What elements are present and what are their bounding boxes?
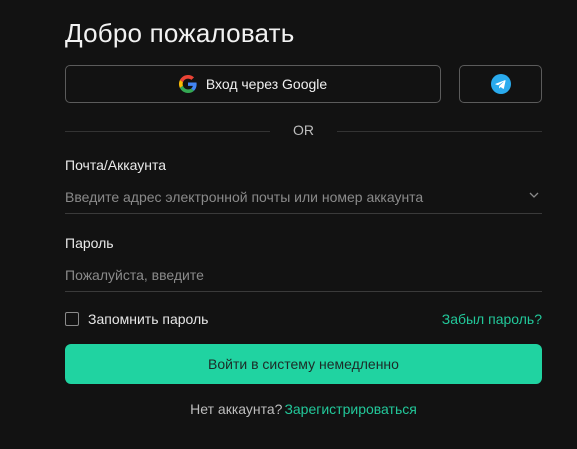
remember-label: Запомнить пароль: [88, 311, 209, 327]
or-text: OR: [293, 122, 314, 138]
password-label: Пароль: [65, 235, 114, 251]
remember-checkbox[interactable]: [65, 312, 79, 326]
account-field[interactable]: [65, 180, 542, 214]
forgot-password-link[interactable]: Забыл пароль?: [442, 311, 542, 327]
password-input[interactable]: [65, 258, 515, 291]
account-label: Почта/Аккаунта: [65, 157, 167, 173]
login-form: Добро пожаловать Вход через Google OR По…: [65, 0, 542, 449]
signup-row: Нет аккаунта? Зарегистрироваться: [65, 401, 542, 417]
telegram-login-button[interactable]: [459, 65, 542, 103]
chevron-down-icon[interactable]: [528, 189, 540, 201]
signup-link[interactable]: Зарегистрироваться: [284, 401, 416, 417]
signup-question: Нет аккаунта?: [190, 401, 283, 417]
page-title: Добро пожаловать: [65, 18, 295, 48]
google-login-label: Вход через Google: [205, 76, 328, 92]
google-g-icon: [178, 75, 197, 93]
google-login-button[interactable]: Вход через Google: [65, 65, 441, 103]
password-field[interactable]: [65, 258, 542, 292]
remember-me-toggle[interactable]: Запомнить пароль: [65, 311, 208, 327]
divider-line-right: [337, 131, 542, 132]
login-button[interactable]: Войти в систему немедленно: [65, 344, 542, 384]
account-input[interactable]: [65, 180, 515, 213]
or-divider: OR: [65, 122, 542, 140]
telegram-icon: [490, 74, 511, 94]
